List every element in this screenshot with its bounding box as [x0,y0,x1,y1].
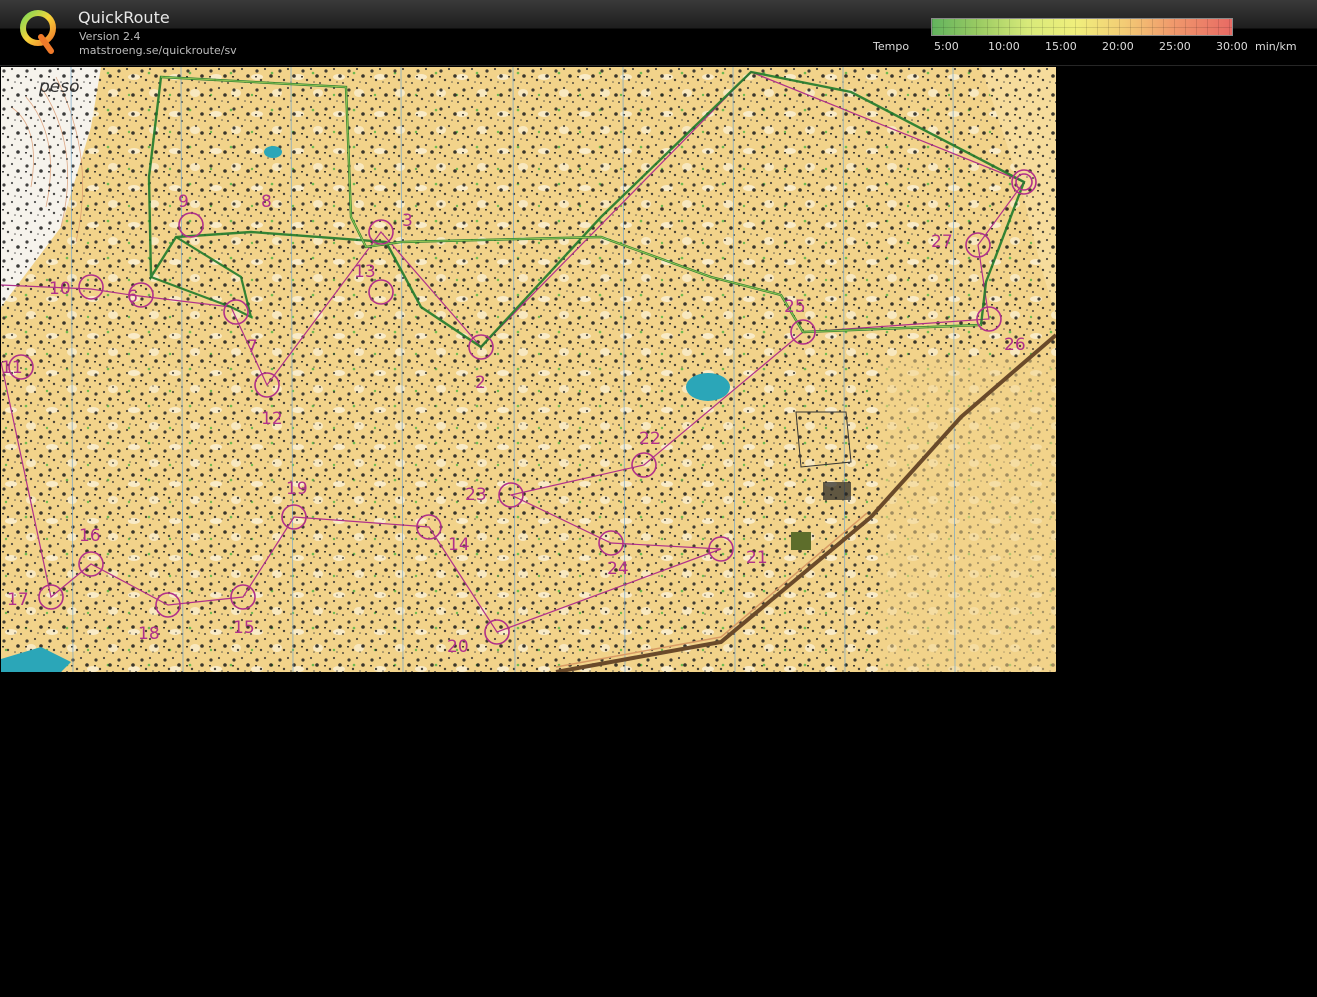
control-label: 8 [261,192,272,212]
map-place-name: peso [38,77,80,97]
building [823,482,851,500]
control-label: 24 [607,559,629,579]
control-label: 12 [261,409,283,429]
app-title: QuickRoute [78,8,170,27]
control-label: 17 [7,590,29,610]
orienteering-map-view[interactable]: peso 2 3 6 7 8 9 10 11 12 13 14 15 16 17… [1,67,1056,672]
tempo-tick: 10:00 [988,40,1020,53]
control-label: 21 [746,548,768,568]
control-label: 16 [79,526,101,546]
header-bar: QuickRoute Version 2.4 matstroeng.se/qui… [0,0,1317,66]
control-label: 22 [639,429,661,449]
control-label: 14 [448,535,470,555]
pond [264,146,282,158]
control-label: 3 [402,211,413,231]
quickroute-window: QuickRoute Version 2.4 matstroeng.se/qui… [0,0,1317,997]
app-version: Version 2.4 [79,30,141,43]
control-label: 26 [1004,335,1026,355]
app-url-link[interactable]: matstroeng.se/quickroute/sv [79,44,237,57]
tempo-tick: 5:00 [934,40,959,53]
control-label: 13 [354,262,376,282]
tempo-label: Tempo [873,40,910,53]
control-label: 10 [49,279,71,299]
tempo-tick: 25:00 [1159,40,1191,53]
building [791,532,811,550]
tempo-tick: 30:00 [1216,40,1248,53]
control-label: 2 [475,373,486,393]
control-label: 19 [286,479,308,499]
control-label: 11 [1,358,23,378]
lake [686,373,730,401]
tempo-tick: 20:00 [1102,40,1134,53]
control-label: 20 [447,637,469,657]
tempo-tick: 15:00 [1045,40,1077,53]
tempo-color-scale [931,18,1233,36]
control-label: 9 [178,192,189,212]
map-canvas[interactable]: peso 2 3 6 7 8 9 10 11 12 13 14 15 16 17… [1,67,1056,672]
control-label: 27 [931,232,953,252]
control-label: 23 [465,485,487,505]
tempo-unit: min/km [1255,40,1297,53]
control-label: 7 [247,337,258,357]
control-label: 18 [138,624,160,644]
control-label: 6 [127,287,138,307]
control-label: 15 [233,618,255,638]
quickroute-q-logo-icon [20,10,56,54]
control-label: 25 [784,297,806,317]
